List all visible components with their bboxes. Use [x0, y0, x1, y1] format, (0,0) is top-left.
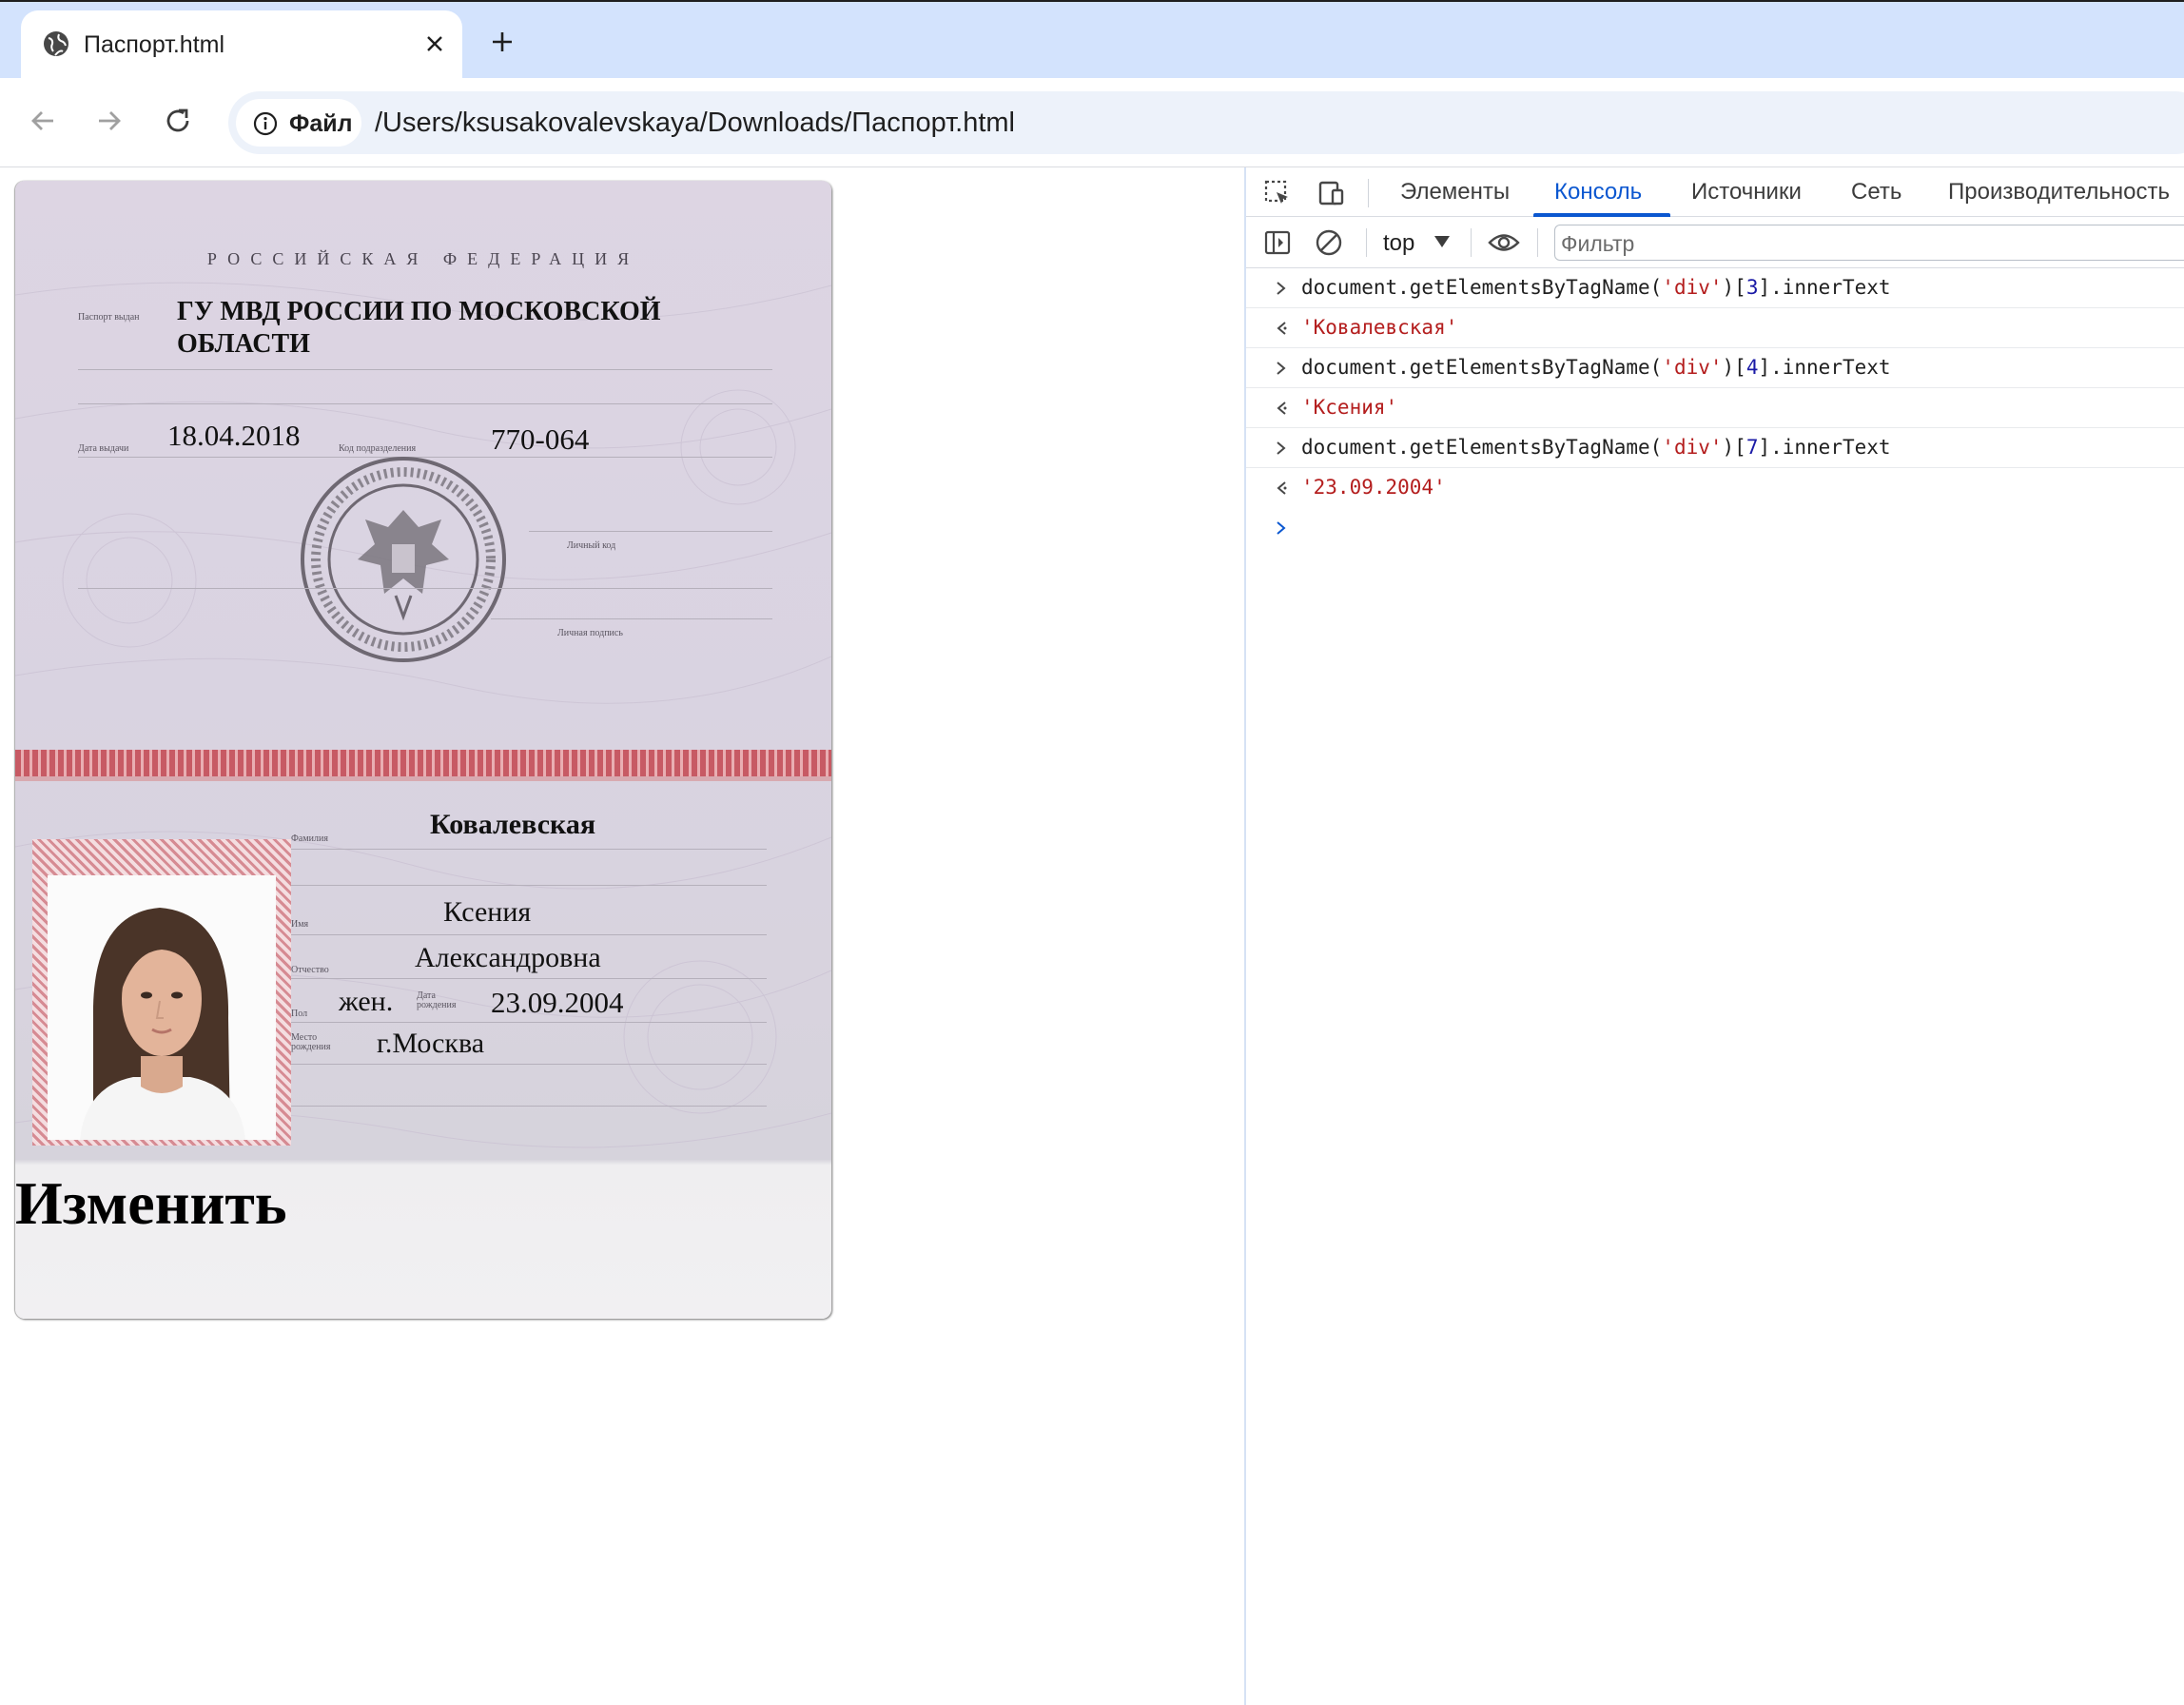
emblem-seal-icon: [301, 457, 506, 662]
close-tab-icon[interactable]: [419, 28, 451, 60]
devtools-tab-bar: Элементы Консоль Источники Сеть Производ…: [1246, 167, 2184, 217]
return-arrow-icon: [1277, 402, 1287, 415]
site-info-chip[interactable]: Файл: [236, 99, 361, 147]
sex-value: жен.: [339, 986, 394, 1017]
personal-code-label: Личный код: [567, 540, 616, 551]
separator-line: [78, 588, 772, 589]
birth-date-label: Дата рождения: [417, 990, 457, 1010]
chevron-right-icon: [1277, 441, 1286, 455]
return-arrow-icon: [1277, 322, 1287, 335]
console-toolbar: top Фильтр: [1246, 217, 2184, 268]
tab-elements[interactable]: Элементы: [1400, 179, 1510, 206]
address-bar[interactable]: Файл /Users/ksusakovalevskaya/Downloads/…: [228, 91, 2184, 154]
surname-label: Фамилия: [291, 833, 328, 844]
back-icon[interactable]: [21, 99, 65, 143]
console-result: '23.09.2004': [1301, 476, 1446, 499]
separator-line: [291, 1064, 767, 1065]
globe-icon: [42, 29, 70, 58]
console-command: document.getElementsByTagName('div')[3].…: [1301, 276, 1891, 299]
sidebar-toggle-icon[interactable]: [1261, 226, 1294, 259]
signature-label: Личная подпись: [557, 628, 623, 638]
tab-title: Паспорт.html: [84, 31, 225, 58]
passport-image: РОССИЙСКАЯ ФЕДЕРАЦИЯ Паспорт выдан ГУ МВ…: [15, 181, 831, 1319]
passport-header: РОССИЙСКАЯ ФЕДЕРАЦИЯ: [206, 249, 640, 268]
console-command: document.getElementsByTagName('div')[7].…: [1301, 436, 1891, 459]
device-toolbar-icon[interactable]: [1315, 177, 1347, 209]
info-icon: [253, 111, 278, 136]
console-input-row[interactable]: document.getElementsByTagName('div')[4].…: [1246, 348, 2184, 388]
separator-line: [78, 403, 772, 404]
issued-by-line1: ГУ МВД РОССИИ ПО МОСКОВСКОЙ: [177, 297, 661, 326]
site-chip-label: Файл: [289, 110, 353, 137]
console-log: document.getElementsByTagName('div')[3].…: [1246, 268, 2184, 548]
separator-line: [291, 1022, 767, 1023]
separator-line: [78, 369, 772, 370]
edit-heading[interactable]: Изменить: [15, 1168, 287, 1239]
context-selector[interactable]: top: [1383, 230, 1414, 257]
sex-label: Пол: [291, 1009, 308, 1019]
birth-place-value: г.Москва: [377, 1028, 485, 1059]
separator-line: [291, 1106, 767, 1107]
birth-place-label: Место рождения: [291, 1032, 331, 1052]
console-command: document.getElementsByTagName('div')[4].…: [1301, 356, 1891, 379]
separator-line: [291, 849, 767, 850]
console-input-row[interactable]: document.getElementsByTagName('div')[3].…: [1246, 268, 2184, 308]
eye-icon[interactable]: [1488, 226, 1520, 259]
toolbar-divider: [1537, 228, 1538, 257]
browser-tab[interactable]: Паспорт.html: [21, 10, 462, 80]
name-value: Ксения: [443, 896, 532, 928]
tab-performance[interactable]: Производительность: [1948, 179, 2170, 206]
url-text[interactable]: /Users/ksusakovalevskaya/Downloads/Паспо…: [375, 108, 1015, 139]
page-viewport: РОССИЙСКАЯ ФЕДЕРАЦИЯ Паспорт выдан ГУ МВ…: [0, 167, 1244, 1705]
new-tab-icon[interactable]: [483, 23, 521, 61]
patronymic-label: Отчество: [291, 965, 329, 975]
console-result: 'Ксения': [1301, 396, 1398, 419]
separator-line: [529, 531, 772, 532]
holder-photo: [48, 875, 276, 1140]
return-arrow-icon: [1277, 481, 1287, 495]
birth-date-value: 23.09.2004: [491, 986, 624, 1019]
perforation-stripe-border: [15, 776, 831, 781]
console-output-row[interactable]: 'Ковалевская': [1246, 308, 2184, 348]
surname-value: Ковалевская: [430, 809, 596, 840]
reload-icon[interactable]: [156, 99, 200, 143]
issue-date-label: Дата выдачи: [78, 443, 129, 454]
issue-date: 18.04.2018: [167, 419, 301, 452]
patronymic-value: Александровна: [415, 942, 601, 973]
console-input-row[interactable]: document.getElementsByTagName('div')[7].…: [1246, 428, 2184, 468]
name-label: Имя: [291, 919, 309, 930]
filter-input[interactable]: Фильтр: [1554, 225, 2184, 261]
issued-by-line2: ОБЛАСТИ: [177, 329, 310, 359]
inspect-element-icon[interactable]: [1261, 177, 1294, 209]
browser-toolbar: Файл /Users/ksusakovalevskaya/Downloads/…: [0, 78, 2184, 167]
chevron-down-icon[interactable]: [1434, 236, 1450, 247]
toolbar-divider: [1366, 228, 1367, 257]
forward-icon[interactable]: [88, 99, 131, 143]
issued-by-label: Паспорт выдан: [78, 312, 140, 323]
separator-line: [291, 978, 767, 979]
perforation-stripe: [15, 750, 831, 778]
toolbar-divider: [1471, 228, 1472, 257]
devtools-panel: Элементы Консоль Источники Сеть Производ…: [1244, 167, 2184, 1705]
tab-network[interactable]: Сеть: [1851, 179, 1901, 206]
tab-console[interactable]: Консоль: [1554, 179, 1642, 206]
division-code: 770-064: [491, 422, 590, 456]
clear-console-icon[interactable]: [1313, 226, 1345, 259]
separator-line: [491, 618, 772, 619]
chevron-right-icon: [1277, 282, 1286, 295]
separator-line: [291, 934, 767, 935]
console-output-row[interactable]: 'Ксения': [1246, 388, 2184, 428]
chevron-right-icon: [1277, 521, 1286, 535]
console-result: 'Ковалевская': [1301, 316, 1458, 339]
tab-strip: Паспорт.html: [0, 0, 2184, 80]
chevron-right-icon: [1277, 362, 1286, 375]
console-prompt-input[interactable]: [1246, 508, 2184, 548]
console-output-row[interactable]: '23.09.2004': [1246, 468, 2184, 508]
tab-sources[interactable]: Источники: [1691, 179, 1802, 206]
toolbar-divider: [1368, 179, 1369, 207]
filter-placeholder: Фильтр: [1561, 231, 1635, 256]
separator-line: [291, 885, 767, 886]
